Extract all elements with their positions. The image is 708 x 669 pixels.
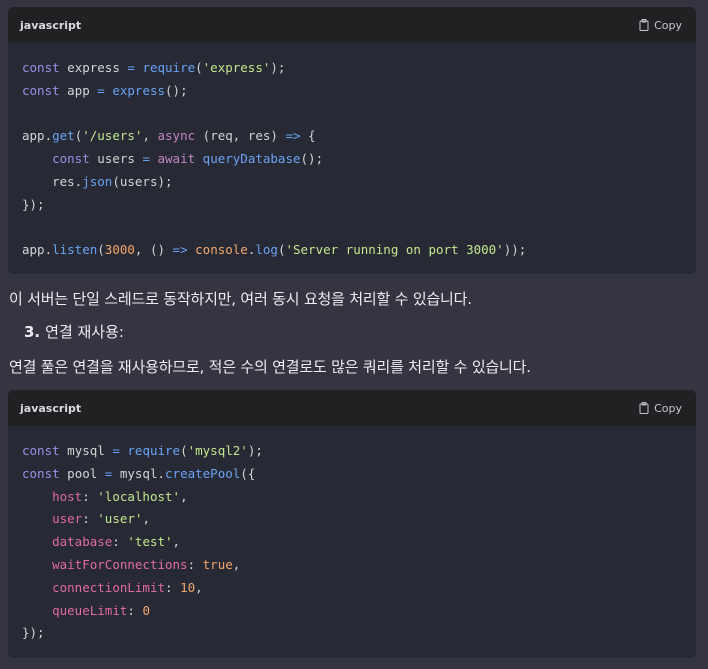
paragraph-text: 이 서버는 단일 스레드로 동작하지만, 여러 동시 요청을 처리할 수 있습니… xyxy=(9,290,472,308)
copy-label: Copy xyxy=(654,401,682,415)
code-block-header: javascript Copy xyxy=(8,7,696,43)
code-line: const pool = mysql.createPool({ xyxy=(22,465,256,481)
code-line: res.json(users); xyxy=(22,173,173,189)
code-line: const express = require('express'); xyxy=(22,60,286,75)
list-item-heading: 3. 연결 재사용: xyxy=(24,321,124,342)
clipboard-icon xyxy=(639,402,649,414)
code-line: }); xyxy=(22,196,45,212)
code-line: }); xyxy=(22,625,45,641)
code-language-label: javascript xyxy=(20,18,82,32)
code-content[interactable]: const mysql = require('mysql2'); const po… xyxy=(8,426,696,658)
code-line: app.get('/users', async (req, res) => { xyxy=(22,128,316,144)
code-line: database: 'test', xyxy=(52,534,181,550)
code-block-express: javascript Copy const express = require(… xyxy=(8,7,696,274)
list-item-text: 연결 재사용: xyxy=(45,323,124,341)
paragraph-text: 연결 풀은 연결을 재사용하므로, 적은 수의 연결로도 많은 쿼리를 처리할 … xyxy=(9,358,531,376)
code-block-header: javascript Copy xyxy=(8,390,696,426)
code-line: connectionLimit: 10, xyxy=(52,579,203,595)
copy-code-button[interactable]: Copy xyxy=(639,402,682,415)
chat-page: javascript Copy const express = require(… xyxy=(0,0,708,669)
copy-label: Copy xyxy=(654,18,682,32)
copy-code-button[interactable]: Copy xyxy=(639,19,682,32)
clipboard-icon xyxy=(639,19,649,31)
code-line: queueLimit: 0 xyxy=(52,602,150,618)
code-line: const app = express(); xyxy=(22,82,188,98)
code-line: user: 'user', xyxy=(52,511,150,527)
code-language-label: javascript xyxy=(20,401,82,415)
code-content[interactable]: const express = require('express'); const… xyxy=(8,43,696,274)
code-line: app.listen(3000, () => console.log('Serv… xyxy=(22,242,527,258)
code-line: host: 'localhost', xyxy=(52,488,188,504)
list-number: 3. xyxy=(24,323,41,341)
code-line: const mysql = require('mysql2'); xyxy=(22,443,263,458)
code-line: const users = await queryDatabase(); xyxy=(52,151,324,167)
code-line: waitForConnections: true, xyxy=(52,556,241,572)
code-block-mysql: javascript Copy const mysql = require('m… xyxy=(8,390,696,658)
